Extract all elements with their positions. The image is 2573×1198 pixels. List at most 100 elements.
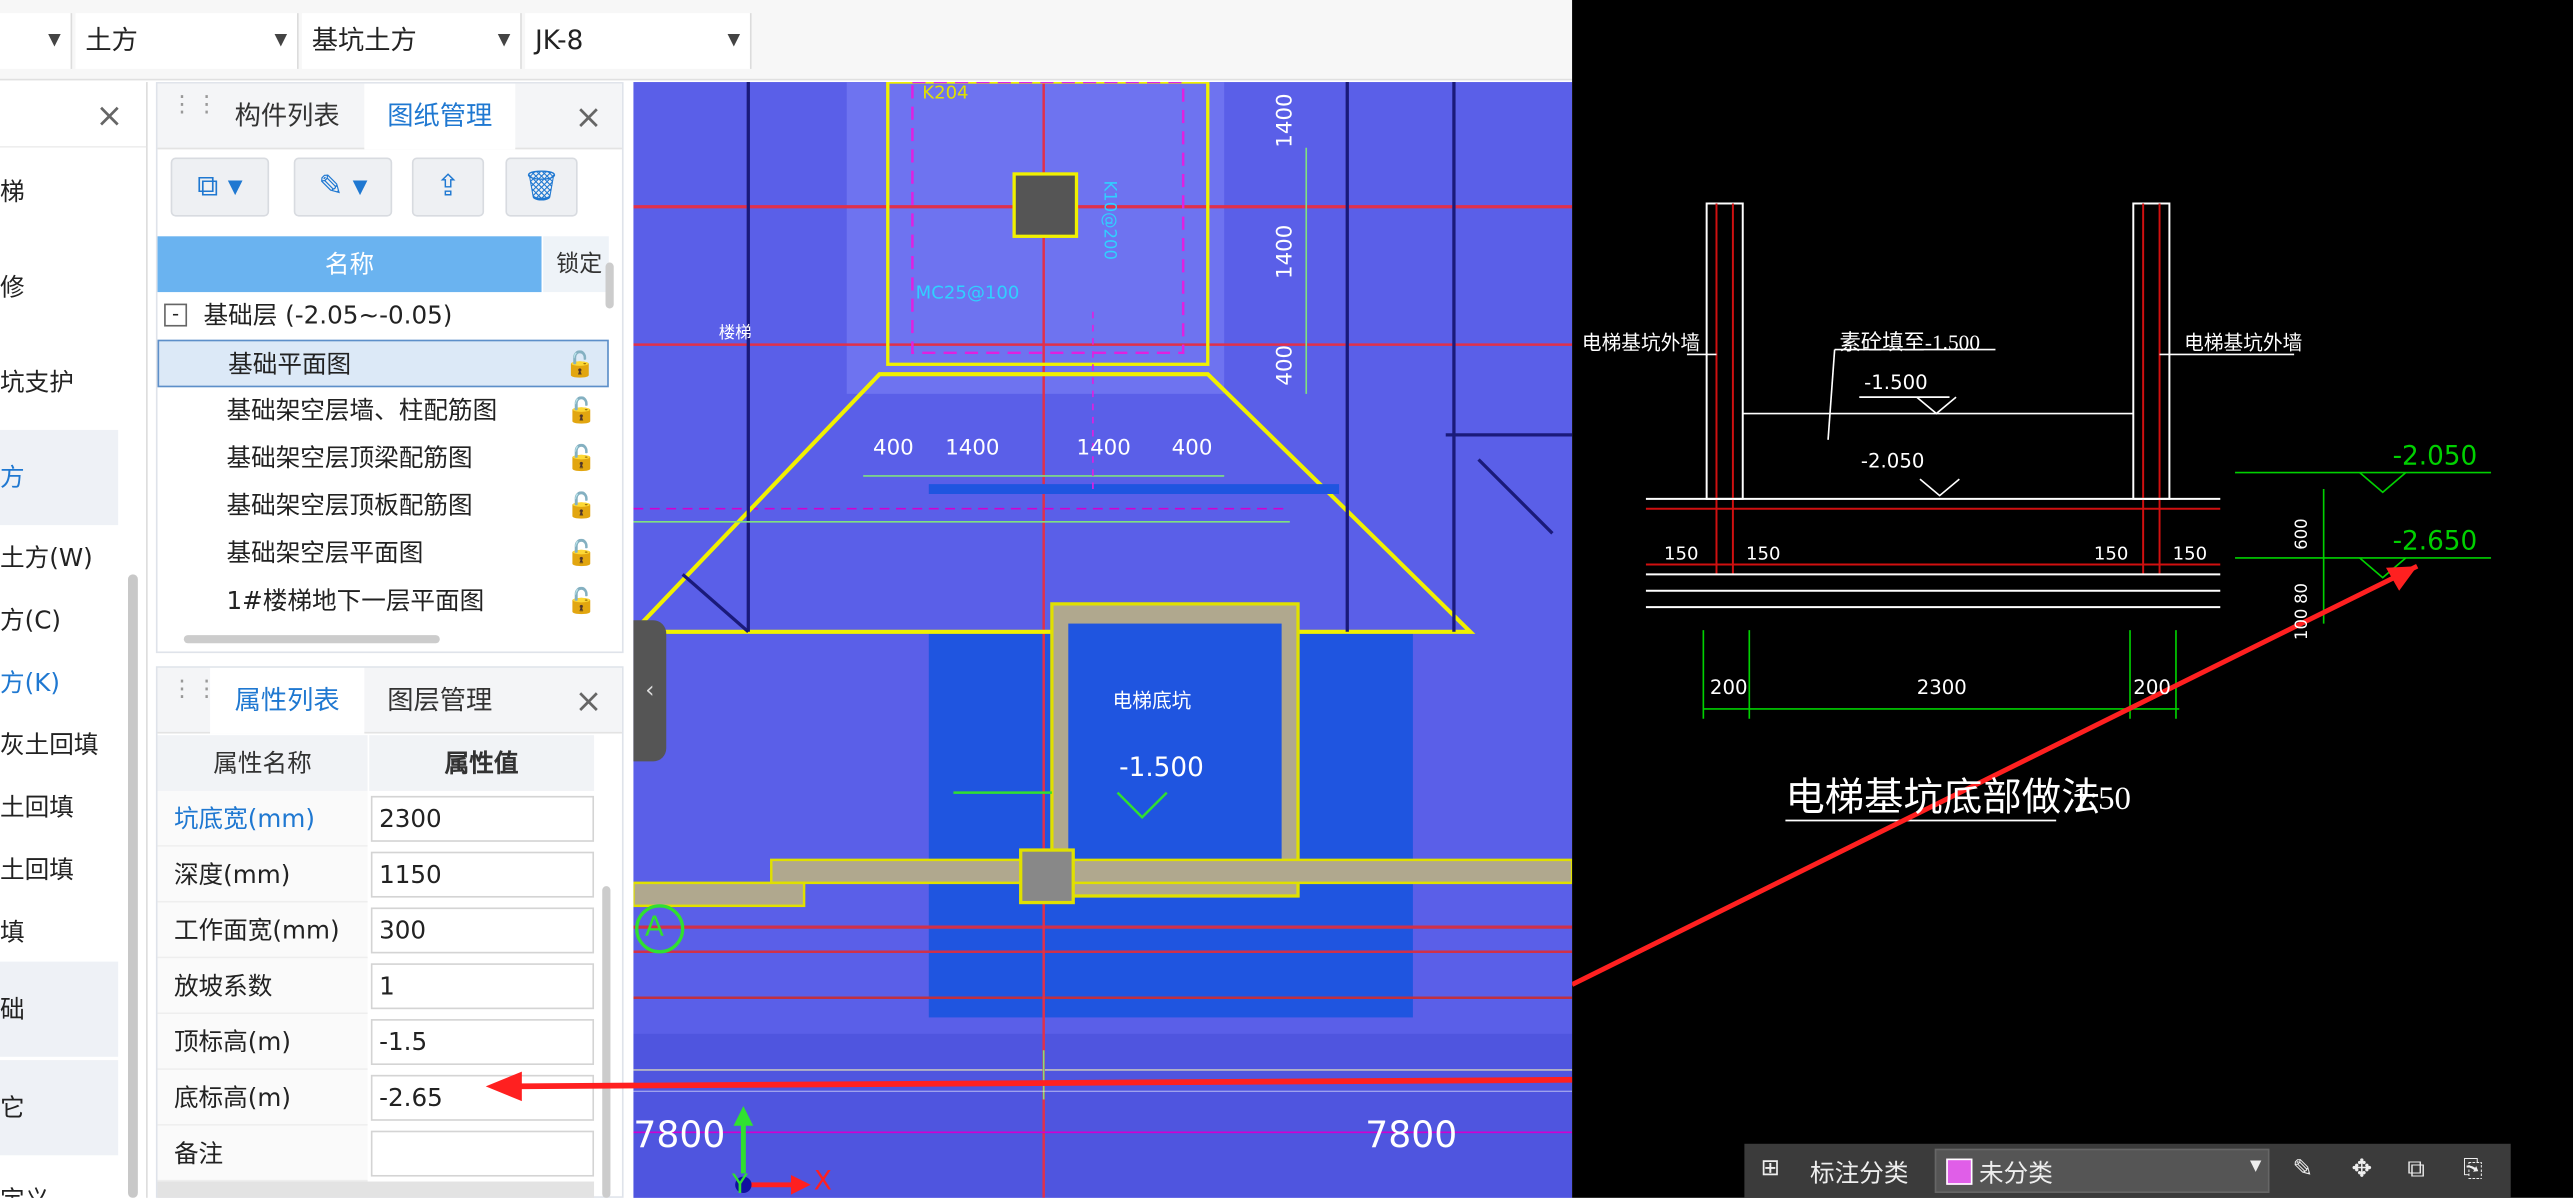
nav-item[interactable]: 定义: [0, 1175, 118, 1198]
dimension-label-vertical: 600: [2294, 518, 2313, 550]
nav-item-selected[interactable]: 方: [0, 429, 119, 526]
tab-drawing-management[interactable]: 图纸管理: [364, 83, 516, 150]
dimension-label: 1400: [945, 436, 1000, 462]
chevron-down-icon: ▼: [274, 31, 288, 50]
dropdown-category[interactable]: ▼: [0, 13, 73, 69]
dimension-label: 150: [2093, 543, 2129, 565]
nav-item[interactable]: 土回填: [0, 783, 118, 832]
add-drawing-button[interactable]: ⧉ ▾: [170, 157, 270, 217]
lock-icon[interactable]: 🔓: [566, 491, 597, 521]
edit-icon[interactable]: ✎: [2292, 1154, 2313, 1184]
nav-item[interactable]: 土方(W): [0, 533, 118, 582]
close-icon[interactable]: ×: [575, 97, 603, 136]
wall-left: [1705, 202, 1744, 500]
property-label: 工作面宽(mm): [157, 902, 368, 959]
dimension-label: 150: [2172, 543, 2208, 565]
dropdown-subtype[interactable]: 基坑土方 ▼: [301, 13, 522, 69]
nav-item[interactable]: 修: [0, 263, 118, 312]
nav-item[interactable]: 填: [0, 907, 118, 956]
edit-icon: ✎ ▾: [318, 169, 368, 204]
dimension-label-vertical: 400: [1273, 344, 1299, 386]
nav-group[interactable]: 它: [0, 1060, 119, 1156]
lock-icon[interactable]: 🔓: [566, 586, 597, 616]
collapse-icon[interactable]: -: [164, 304, 188, 327]
nav-item[interactable]: 土回填: [0, 845, 118, 894]
table-row[interactable]: 基础架空层墙、柱配筋图 🔓: [158, 387, 609, 435]
property-value-input[interactable]: 1: [370, 963, 595, 1010]
elevation-label: -2.050: [1860, 449, 1925, 473]
table-row[interactable]: 基础架空层平面图 🔓: [158, 530, 609, 578]
nav-item[interactable]: 方(C): [0, 596, 118, 645]
property-value-input[interactable]: 300: [370, 907, 595, 954]
tab-component-list[interactable]: 构件列表: [210, 84, 364, 150]
scrollbar[interactable]: [127, 574, 138, 1198]
dimension-label-left: 7800: [633, 1115, 726, 1157]
collapse-panel-handle[interactable]: ‹: [633, 620, 667, 762]
group-icon: ⊞: [1760, 1155, 1781, 1182]
paste-icon[interactable]: ⎘: [2463, 1154, 2483, 1184]
lock-icon[interactable]: 🔓: [566, 443, 597, 473]
beam: [633, 881, 806, 908]
lock-icon[interactable]: 🔓: [566, 538, 597, 568]
column-header-name: 名称: [157, 236, 542, 293]
wall-line: [1477, 458, 1554, 535]
chevron-down-icon: ▼: [48, 31, 61, 50]
property-value-input[interactable]: [370, 1130, 595, 1177]
dimension-label: 200: [1709, 676, 1748, 700]
table-row[interactable]: 1#楼梯地下一层平面图 🔓: [158, 578, 609, 626]
scrollbar[interactable]: [605, 262, 614, 309]
annotation-category-select[interactable]: 未分类 ▼: [1934, 1148, 2270, 1194]
grid-bubble-label: A: [644, 910, 665, 944]
close-icon[interactable]: ×: [96, 95, 124, 134]
tab-property-list[interactable]: 属性列表: [210, 667, 365, 734]
table-row[interactable]: 基础平面图 🔓: [157, 339, 609, 388]
property-value-input[interactable]: -2.65: [370, 1074, 595, 1121]
property-value-input[interactable]: -1.5: [370, 1019, 595, 1066]
property-label: 顶标高(m): [157, 1014, 368, 1070]
wall-right: [2132, 202, 2171, 500]
lock-icon[interactable]: 🔓: [566, 395, 597, 425]
tree-group[interactable]: - 基础层 (-2.05~-0.05): [158, 292, 609, 340]
drag-handle-icon[interactable]: ⋮⋮: [171, 94, 219, 134]
table-row[interactable]: 基础架空层顶板配筋图 🔓: [158, 482, 609, 530]
export-drawing-button[interactable]: ⇪: [411, 157, 485, 217]
drag-handle-icon[interactable]: ⋮⋮: [171, 678, 219, 719]
column-box: [1012, 172, 1079, 238]
cad-annotation: K10@200: [1099, 180, 1118, 260]
delete-button[interactable]: 🗑: [505, 157, 578, 217]
table-row[interactable]: 基础架空层顶梁配筋图 🔓: [158, 435, 609, 483]
chevron-down-icon: ▼: [2249, 1158, 2262, 1175]
chevron-down-icon: ▼: [727, 31, 741, 50]
nav-item-active[interactable]: 方(K): [0, 658, 118, 707]
nav-group[interactable]: 础: [0, 961, 119, 1057]
nav-item[interactable]: 梯: [0, 167, 118, 216]
property-value-input[interactable]: 2300: [370, 795, 595, 842]
dimension-label: 400: [873, 436, 914, 462]
move-icon[interactable]: ✥: [2352, 1154, 2373, 1184]
close-icon[interactable]: ×: [575, 681, 603, 720]
lock-icon[interactable]: 🔓: [565, 350, 596, 380]
drawing-panel-tabs: ⋮⋮ 构件列表 图纸管理 ×: [157, 83, 622, 150]
property-row-partial: [157, 1181, 595, 1198]
cad-plan-view[interactable]: 电梯底坑 -1.500 A 7800 7800 400 1400 1400 40…: [633, 82, 1573, 1198]
scrollbar[interactable]: [183, 635, 440, 644]
status-label: 标注分类: [1810, 1158, 1909, 1189]
detail-title: 电梯基坑底部做法: [1785, 777, 2101, 821]
property-value-input[interactable]: 1150: [370, 851, 595, 898]
cad-detail-view[interactable]: 电梯基坑外墙 电梯基坑外墙 素砼填至-1.500 -1.500 -2.050 -…: [1572, 0, 2573, 1198]
wall-label-left: 电梯基坑外墙: [1581, 331, 1701, 355]
scrollbar[interactable]: [602, 886, 611, 1198]
elevation-label: -1.500: [1864, 370, 1928, 394]
nav-item[interactable]: 灰土回填: [0, 720, 118, 769]
tab-layer-management[interactable]: 图层管理: [364, 668, 515, 734]
dimension-label-right: 7800: [1365, 1115, 1458, 1157]
elevation-label-right: -2.650: [2392, 525, 2478, 557]
wall-label-right: 电梯基坑外墙: [2184, 331, 2303, 355]
fill-note: 素砼填至-1.500: [1839, 329, 1981, 355]
copy-icon[interactable]: ⧉: [2407, 1154, 2425, 1184]
dropdown-component[interactable]: JK-8 ▼: [525, 13, 752, 69]
property-label: 放坡系数: [157, 958, 368, 1015]
nav-item[interactable]: 坑支护: [0, 358, 118, 407]
dropdown-type[interactable]: 土方 ▼: [75, 13, 299, 69]
edit-drawing-button[interactable]: ✎ ▾: [293, 157, 393, 217]
